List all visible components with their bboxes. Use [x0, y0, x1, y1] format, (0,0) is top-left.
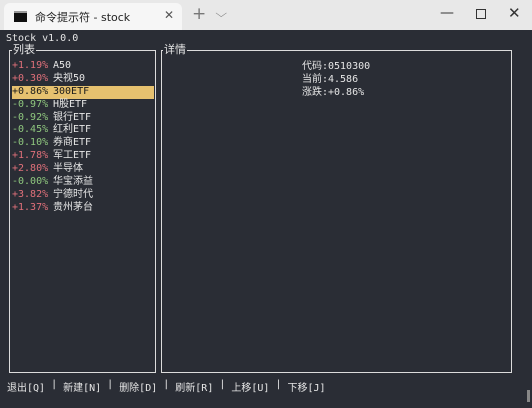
list-item[interactable]: -0.10% 券商ETF	[12, 137, 154, 150]
price-value: 4.586	[328, 74, 359, 85]
change-value: +0.86%	[328, 87, 365, 98]
stock-change: +1.19%	[12, 60, 49, 71]
window-close-icon[interactable]: ✕	[508, 4, 521, 22]
hotkey-new[interactable]: 新建[N]	[63, 379, 101, 394]
list-item[interactable]: +0.30% 央视50	[12, 73, 154, 86]
stock-change: +3.82%	[12, 188, 49, 200]
detail-code-row: 代码: 0510300	[162, 60, 513, 73]
stock-change: +1.37%	[12, 201, 49, 213]
minimize-icon[interactable]: —	[440, 5, 454, 21]
hotkey-separator: |	[107, 379, 114, 390]
stock-name: 华宝添益	[53, 176, 93, 188]
code-value: 0510300	[328, 61, 371, 72]
plus-icon[interactable]: +	[192, 4, 206, 24]
terminal-tab[interactable]: 命令提示符 - stock ✕	[4, 3, 182, 30]
list-item[interactable]: -0.45% 红利ETF	[12, 124, 154, 137]
terminal-area[interactable]: Stock v1.0.0 列表 +1.19% A50 +0.30% 央视50 +0.86…	[0, 30, 520, 408]
stock-name: 半导体	[53, 163, 83, 175]
stock-change: -0.45%	[12, 124, 49, 136]
stock-change: +0.86%	[12, 85, 49, 97]
hotkey-move-up[interactable]: 上移[U]	[231, 379, 269, 394]
scrollbar[interactable]	[520, 30, 532, 408]
detail-panel: 详情 代码: 0510300 当前: 4.586 涨跌: +0.86%	[161, 43, 513, 373]
list-item[interactable]: +2.80% 半导体	[12, 163, 154, 176]
maximize-icon[interactable]	[476, 9, 486, 19]
stock-change: -0.97%	[12, 98, 49, 110]
stock-change: -0.92%	[12, 111, 49, 123]
stock-name: A50	[53, 60, 72, 71]
stock-name: 贵州茅台	[53, 201, 93, 213]
hotkey-separator: |	[275, 379, 282, 390]
detail-panel-label: 详情	[163, 43, 187, 57]
stock-list: +1.19% A50 +0.30% 央视50 +0.86% 300ETF -0.97% H股E…	[12, 60, 154, 215]
stock-name: 券商ETF	[53, 137, 92, 149]
chevron-down-icon[interactable]: ⌵	[215, 7, 227, 21]
list-panel: 列表 +1.19% A50 +0.30% 央视50 +0.86% 300ETF -0.97%…	[9, 43, 156, 373]
stock-change: +0.30%	[12, 72, 49, 84]
price-label: 当前:	[301, 74, 328, 85]
close-icon[interactable]: ✕	[164, 8, 174, 22]
list-item[interactable]: +1.78% 军工ETF	[12, 150, 154, 163]
list-item[interactable]: +1.37% 贵州茅台	[12, 202, 154, 215]
list-item[interactable]: -0.00% 华宝添益	[12, 176, 154, 189]
stock-name: 军工ETF	[53, 150, 92, 162]
stock-change: -0.10%	[12, 137, 49, 149]
terminal-icon	[14, 11, 27, 22]
list-item[interactable]: +0.86% 300ETF	[12, 85, 154, 99]
list-item[interactable]: +3.82% 宁德时代	[12, 189, 154, 202]
stock-name: H股ETF	[53, 98, 88, 110]
stock-name: 宁德时代	[53, 188, 93, 200]
list-item[interactable]: +1.19% A50	[12, 60, 154, 73]
hotkey-move-down[interactable]: 下移[J]	[287, 379, 325, 394]
hotkey-delete[interactable]: 删除[D]	[119, 379, 157, 394]
detail-change-row: 涨跌: +0.86%	[162, 86, 513, 99]
hotkey-separator: |	[219, 379, 226, 390]
hotkey-quit[interactable]: 退出[Q]	[7, 379, 45, 394]
list-panel-label: 列表	[12, 43, 36, 57]
change-label: 涨跌:	[301, 87, 328, 98]
scrollbar-thumb[interactable]	[527, 390, 530, 402]
list-item[interactable]: -0.92% 银行ETF	[12, 112, 154, 125]
hotkey-refresh[interactable]: 刷新[R]	[175, 379, 213, 394]
stock-change: +2.80%	[12, 163, 49, 175]
stock-change: -0.00%	[12, 176, 49, 188]
stock-name: 300ETF	[53, 85, 90, 97]
stock-name: 红利ETF	[53, 124, 92, 136]
stock-name: 银行ETF	[53, 111, 92, 123]
stock-change: +1.78%	[12, 150, 49, 162]
detail-lines: 代码: 0510300 当前: 4.586 涨跌: +0.86%	[162, 60, 513, 99]
hotkey-separator: |	[163, 379, 170, 390]
tab-title: 命令提示符 - stock	[35, 10, 131, 24]
code-label: 代码:	[301, 61, 328, 72]
list-item[interactable]: -0.97% H股ETF	[12, 99, 154, 112]
title-bar: 命令提示符 - stock ✕ + ⌵ — ✕	[0, 0, 532, 30]
hotkey-bar: 退出[Q] | 新建[N] | 删除[D] | 刷新[R] | 上移[U] | 下移[J]	[7, 379, 326, 394]
detail-price-row: 当前: 4.586	[162, 73, 513, 86]
stock-name: 央视50	[53, 72, 86, 84]
hotkey-separator: |	[51, 379, 58, 390]
